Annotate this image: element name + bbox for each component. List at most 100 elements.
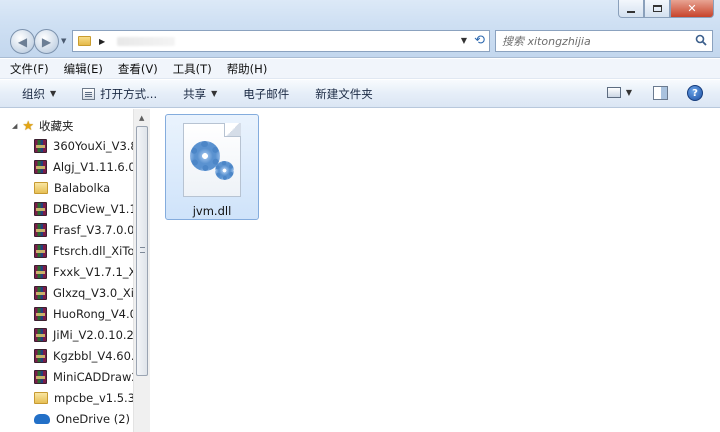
help-icon[interactable]: ? — [687, 85, 703, 101]
scrollbar-thumb[interactable] — [136, 126, 148, 376]
star-icon: ★ — [22, 118, 35, 134]
nav-item-label: MiniCADDraw20 — [53, 370, 134, 384]
winrar-archive-icon — [34, 139, 47, 153]
menu-view[interactable]: 查看(V) — [118, 61, 158, 77]
view-options-icon — [606, 87, 621, 98]
nav-item[interactable]: mpcbe_v1.5.3.4 — [34, 388, 134, 408]
nav-item[interactable]: Balabolka — [34, 178, 134, 198]
nav-item-label: Algj_V1.11.6.0_X — [53, 160, 134, 174]
new-folder-label: 新建文件夹 — [315, 86, 373, 101]
winrar-archive-icon — [34, 202, 47, 216]
close-button[interactable]: ✕ — [670, 0, 714, 18]
minimize-icon — [627, 10, 635, 13]
nav-item[interactable]: DBCView_V1.1_ — [34, 199, 134, 219]
nav-item-label: Frasf_V3.7.0.0_X — [53, 223, 134, 237]
nav-item-label: HuoRong_V4.0. — [53, 307, 134, 321]
winrar-archive-icon — [34, 349, 47, 363]
folder-icon — [34, 392, 48, 404]
nav-item-label: DBCView_V1.1_ — [53, 202, 134, 216]
open-with-button[interactable]: 打开方式... — [82, 86, 157, 102]
nav-item[interactable]: MiniCADDraw20 — [34, 367, 134, 387]
title-bar: ✕ ◀ ▶ ▼ ▶ ▼ ⟲ 搜索 xitongzhijia — [0, 0, 720, 58]
organize-label: 组织 — [22, 86, 45, 101]
menu-file[interactable]: 文件(F) — [10, 61, 49, 77]
nav-item[interactable]: Frasf_V3.7.0.0_X — [34, 220, 134, 240]
preview-pane-button[interactable] — [653, 86, 668, 100]
nav-item-label: Fxxk_V1.7.1_XiT — [53, 265, 134, 279]
nav-item-label: Glxzq_V3.0_XiTo — [53, 286, 134, 300]
new-folder-button[interactable]: 新建文件夹 — [315, 86, 373, 102]
command-bar: 组织 ▼ 打开方式... 共享 ▼ 电子邮件 新建文件夹 ▼ ? — [0, 80, 720, 108]
nav-item[interactable]: HuoRong_V4.0. — [34, 304, 134, 324]
nav-item[interactable]: OneDrive (2) — [34, 409, 134, 429]
nav-item-label: Balabolka — [54, 181, 111, 195]
nav-item[interactable]: Fxxk_V1.7.1_XiT — [34, 262, 134, 282]
winrar-archive-icon — [34, 370, 47, 384]
nav-item[interactable]: JiMi_V2.0.10.24_ — [34, 325, 134, 345]
maximize-button[interactable] — [644, 0, 670, 18]
collapse-triangle-icon[interactable]: ◢ — [12, 122, 17, 130]
forward-arrow-icon: ▶ — [41, 34, 52, 49]
file-item[interactable]: jvm.dll — [165, 114, 259, 220]
nav-item-label: Ftsrch.dll_XiTon — [53, 244, 134, 258]
nav-item-label: mpcbe_v1.5.3.4 — [54, 391, 134, 405]
address-bar[interactable]: ▶ ▼ ⟲ — [72, 30, 490, 52]
search-input[interactable]: 搜索 xitongzhijia — [502, 33, 591, 49]
menu-tools[interactable]: 工具(T) — [173, 61, 212, 77]
menu-help[interactable]: 帮助(H) — [227, 61, 268, 77]
breadcrumb-arrow-icon[interactable]: ▶ — [99, 37, 105, 46]
search-icon[interactable] — [695, 34, 707, 49]
navigation-pane: ◢ ★ 收藏夹 360YouXi_V3.8. Algj_V1.11.6.0_X … — [0, 109, 150, 432]
menu-edit[interactable]: 编辑(E) — [64, 61, 103, 77]
winrar-archive-icon — [34, 307, 47, 321]
nav-item-label: OneDrive (2) — [56, 412, 131, 426]
winrar-archive-icon — [34, 286, 47, 300]
search-box[interactable]: 搜索 xitongzhijia — [495, 30, 713, 52]
scroll-up-arrow-icon[interactable]: ▲ — [139, 114, 144, 122]
nav-item[interactable]: Kgzbbl_V4.60.0 — [34, 346, 134, 366]
nav-item-label: JiMi_V2.0.10.24_ — [53, 328, 134, 342]
share-label: 共享 — [183, 86, 207, 101]
address-history-dropdown[interactable]: ▼ — [461, 36, 467, 45]
minimize-button[interactable] — [618, 0, 644, 18]
back-arrow-icon: ◀ — [17, 34, 28, 49]
nav-item[interactable]: Ftsrch.dll_XiTon — [34, 241, 134, 261]
nav-item-label: 360YouXi_V3.8. — [53, 139, 134, 153]
window-controls: ✕ — [618, 0, 714, 18]
favorites-label: 收藏夹 — [39, 119, 74, 133]
organize-button[interactable]: 组织 ▼ — [22, 86, 56, 102]
winrar-archive-icon — [34, 328, 47, 342]
onedrive-icon — [34, 414, 50, 424]
recent-pages-dropdown[interactable]: ▼ — [61, 37, 66, 45]
chevron-down-icon: ▼ — [625, 88, 632, 97]
chevron-down-icon: ▼ — [50, 89, 57, 98]
email-button[interactable]: 电子邮件 — [243, 86, 289, 102]
nav-item[interactable]: 360YouXi_V3.8. — [34, 136, 134, 156]
forward-button[interactable]: ▶ — [34, 29, 59, 54]
open-with-label: 打开方式... — [100, 86, 158, 101]
nav-favorites[interactable]: ◢ ★ 收藏夹 — [12, 118, 74, 134]
chevron-down-icon: ▼ — [211, 89, 218, 98]
file-list[interactable]: jvm.dll — [151, 109, 720, 432]
winrar-archive-icon — [34, 160, 47, 174]
maximize-icon — [652, 5, 662, 12]
winrar-archive-icon — [34, 265, 47, 279]
change-view-button[interactable]: ▼ — [606, 87, 632, 98]
folder-icon — [34, 182, 48, 194]
back-button[interactable]: ◀ — [10, 29, 35, 54]
winrar-archive-icon — [34, 223, 47, 237]
nav-item[interactable]: Algj_V1.11.6.0_X — [34, 157, 134, 177]
nav-item[interactable]: Glxzq_V3.0_XiTo — [34, 283, 134, 303]
winrar-archive-icon — [34, 244, 47, 258]
share-button[interactable]: 共享 ▼ — [183, 86, 217, 102]
file-name: jvm.dll — [192, 204, 232, 218]
scroll-grip-icon — [140, 247, 145, 253]
page-fold-icon — [224, 123, 241, 137]
open-with-icon — [82, 87, 96, 100]
nav-scrollbar[interactable]: ▲ — [133, 109, 150, 432]
folder-icon — [78, 36, 91, 46]
refresh-icon[interactable]: ⟲ — [474, 33, 485, 48]
close-icon: ✕ — [687, 2, 697, 15]
email-label: 电子邮件 — [243, 86, 290, 101]
breadcrumb-path-blurred[interactable] — [117, 36, 176, 46]
